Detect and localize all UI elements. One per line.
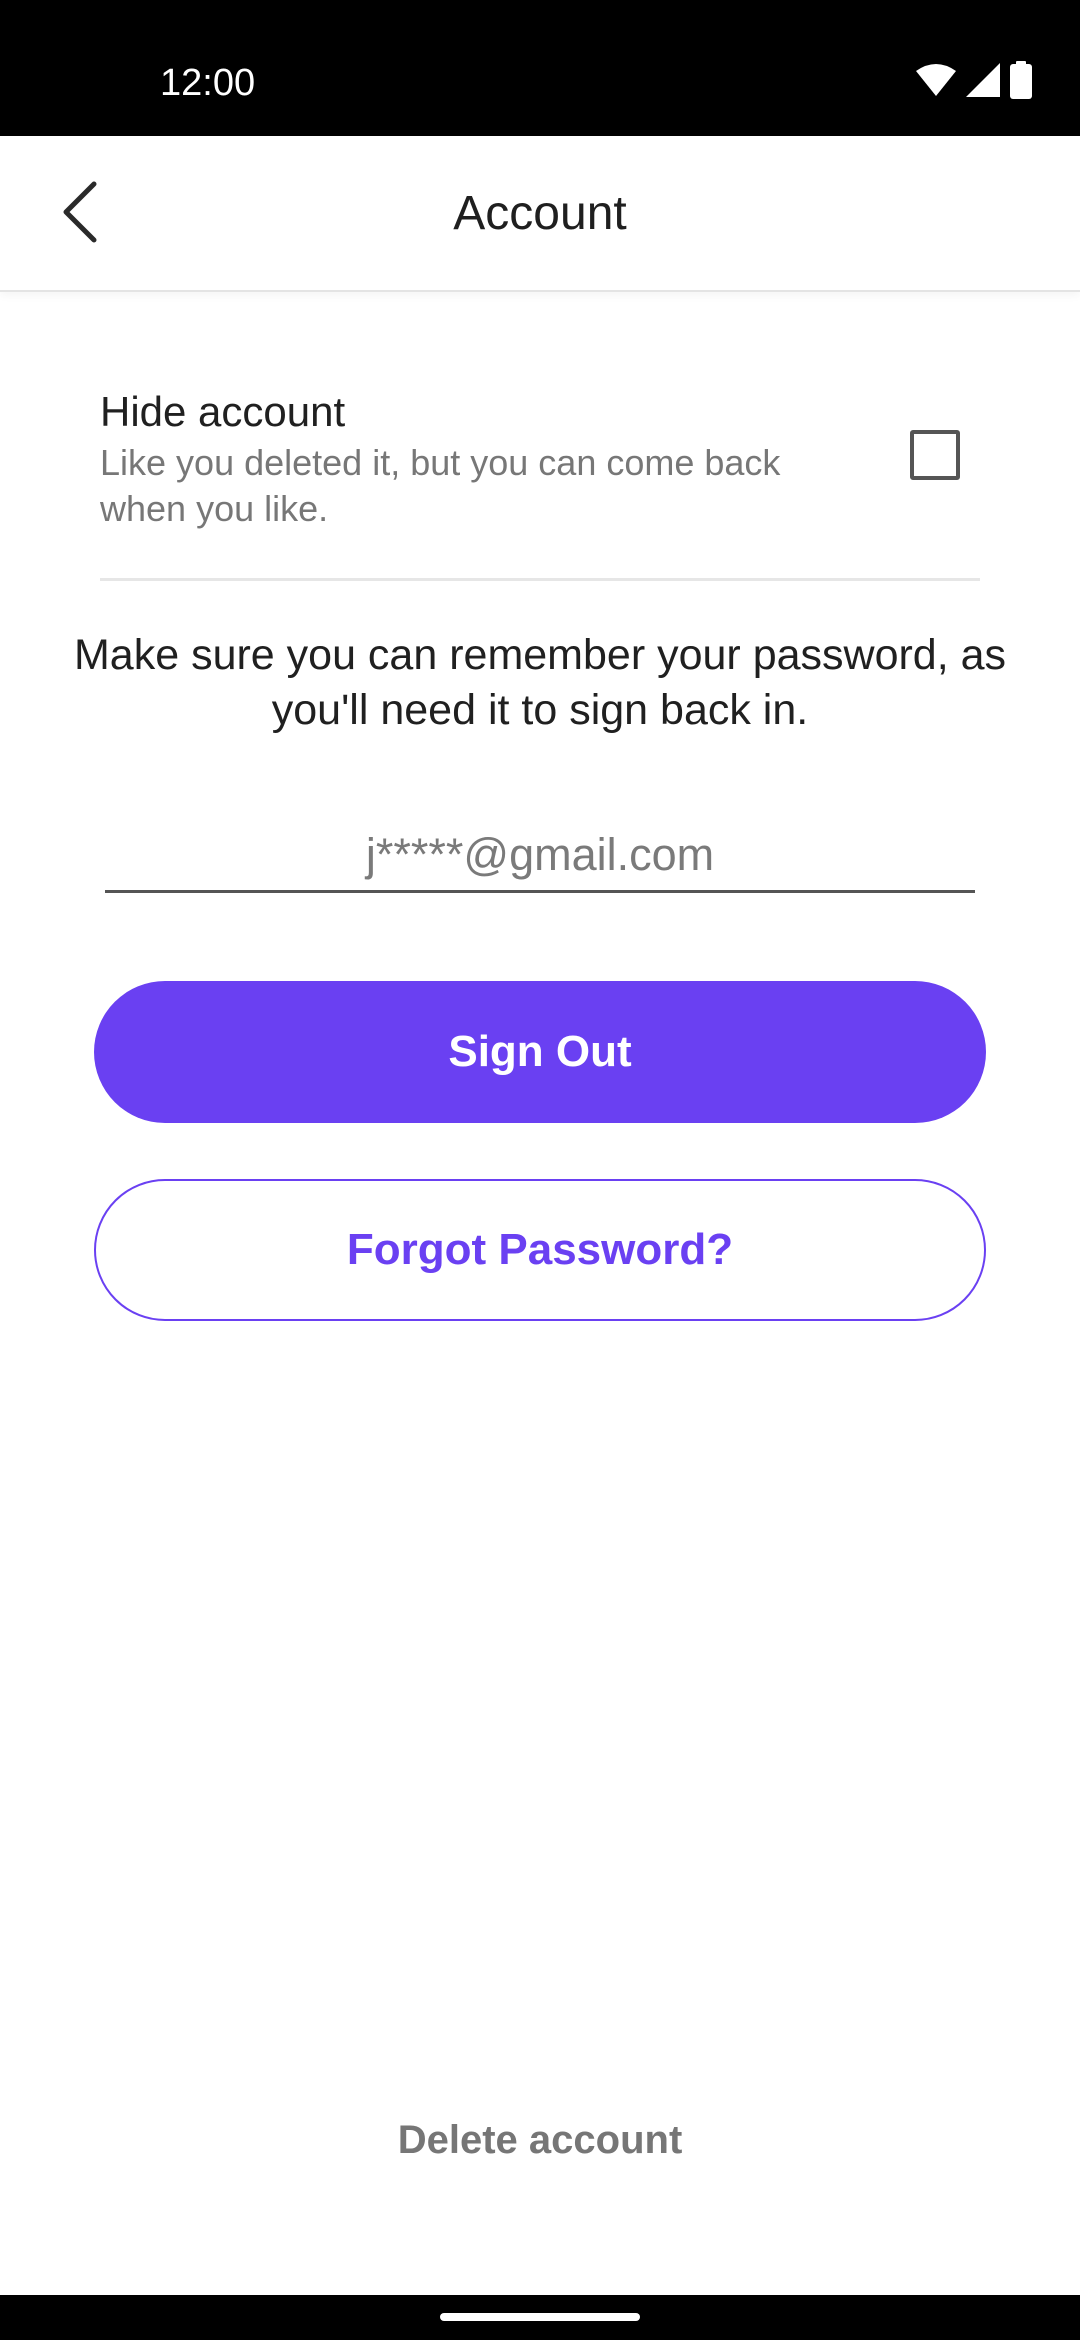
hide-account-checkbox[interactable] [910, 430, 960, 480]
email-field[interactable] [105, 820, 975, 893]
home-indicator[interactable] [440, 2313, 640, 2321]
hide-account-description: Like you deleted it, but you can come ba… [100, 442, 781, 529]
cellular-signal-icon [966, 62, 1000, 102]
wifi-icon [916, 63, 956, 102]
status-time: 12:00 [160, 62, 256, 104]
sign-out-button[interactable]: Sign Out [94, 981, 986, 1123]
app-bar: Account [0, 136, 1080, 292]
password-notice: Make sure you can remember your password… [73, 631, 1007, 734]
forgot-password-button[interactable]: Forgot Password? [94, 1179, 986, 1321]
page-title: Account [453, 187, 627, 240]
divider [100, 578, 980, 581]
delete-account-link[interactable]: Delete account [0, 2112, 1080, 2168]
account-screen: 12:00 Account Hide account Like you dele… [0, 0, 1080, 2340]
navigation-bar [0, 2295, 1080, 2340]
status-icons [916, 60, 1032, 104]
hide-account-row[interactable]: Hide account Like you deleted it, but yo… [100, 380, 980, 580]
status-bar: 12:00 [0, 0, 1080, 136]
battery-icon [1010, 60, 1032, 104]
hide-account-title: Hide account [100, 388, 346, 435]
